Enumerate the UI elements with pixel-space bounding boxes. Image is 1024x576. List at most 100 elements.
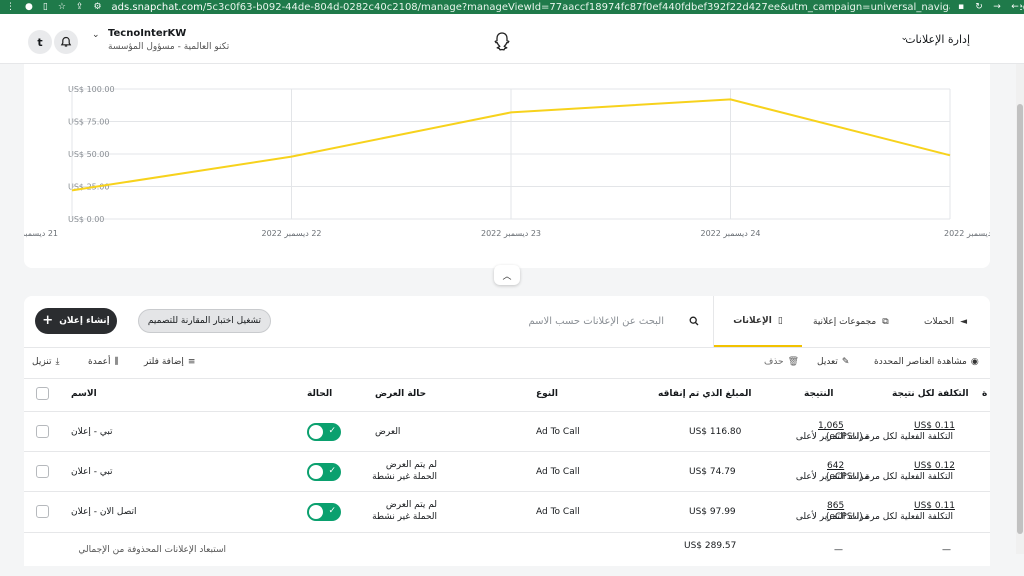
- status-toggle[interactable]: ✓: [307, 463, 341, 481]
- phone-icon: ▯: [777, 315, 783, 326]
- ads-manager-menu[interactable]: إدارة الإعلانات: [905, 33, 970, 46]
- row-checkbox[interactable]: [36, 505, 49, 518]
- x-tick-label: 22 ديسمبر 2022: [261, 229, 321, 238]
- table-row[interactable]: تبي - اعلان ✓ لم يتم العرض الحملة غير نش…: [24, 451, 990, 491]
- col-header-spend[interactable]: المبلغ الذي تم إنفاقه: [658, 389, 751, 399]
- spend-chart-card: US$ 0.00 US$ 25.00 US$ 50.00 US$ 75.00 US$ 1…: [24, 64, 990, 268]
- cpr-value[interactable]: US$ 0.11: [914, 501, 955, 511]
- org-name[interactable]: TecnoInterKW: [108, 28, 186, 39]
- url-text[interactable]: ads.snapchat.com/5c3c0f63-b092-44de-804d…: [112, 2, 1024, 13]
- col-header-name[interactable]: الاسم: [71, 389, 97, 399]
- delete-button[interactable]: حذف 🗑: [764, 357, 799, 367]
- account-avatar[interactable]: t: [28, 30, 52, 54]
- filter-icon: ≡: [187, 357, 196, 367]
- table-row[interactable]: تبي - إعلان ✓ العرض Ad To Call US$ 116.8…: [24, 411, 990, 451]
- delivery-status: لم يتم العرض: [385, 500, 437, 510]
- divider: [24, 378, 990, 379]
- check-icon: ✓: [328, 506, 336, 516]
- site-settings-icon[interactable]: ⚙: [93, 2, 101, 12]
- star-icon[interactable]: ☆: [58, 2, 66, 12]
- notification-bell-icon[interactable]: [54, 30, 78, 54]
- tab-ad-sets-label: مجموعات إعلانية: [813, 316, 877, 327]
- total-row: استبعاد الإعلانات المحذوفة من الإجمالي U…: [24, 532, 990, 566]
- x-tick-label: 23 ديسمبر 2022: [481, 229, 541, 238]
- page-scrollbar[interactable]: [1016, 64, 1024, 554]
- table-row[interactable]: اتصل الان - إعلان ✓ لم يتم العرض الحملة …: [24, 491, 990, 531]
- share-icon[interactable]: ⇪: [76, 2, 84, 12]
- download-icon: ⤓: [55, 357, 60, 367]
- spend-value: US$ 74.79: [689, 467, 736, 477]
- y-tick-label: US$ 0.00: [68, 215, 104, 224]
- reload-icon[interactable]: ↻: [974, 2, 984, 12]
- y-tick-label: US$ 100.00: [68, 85, 115, 94]
- col-header-status[interactable]: الحالة: [307, 389, 332, 399]
- search-icon[interactable]: [689, 316, 699, 329]
- tab-ads[interactable]: الإعلانات ▯: [714, 296, 802, 347]
- row-checkbox[interactable]: [36, 465, 49, 478]
- toggle-knob: [309, 465, 323, 479]
- result-value[interactable]: 642: [827, 461, 844, 471]
- col-header-result[interactable]: النتيجة: [804, 389, 833, 399]
- col-header-delivery[interactable]: حالة العرض: [375, 389, 426, 399]
- download-button[interactable]: تنزيل ⤓: [32, 357, 60, 367]
- lock-icon: ▪: [957, 2, 965, 12]
- ad-name[interactable]: اتصل الان - إعلان: [71, 507, 137, 517]
- cpr-sub: التكلفة الفعلية لكل مرة (eCPSU): [825, 432, 953, 442]
- delivery-status: العرض: [375, 427, 401, 437]
- back-icon[interactable]: ←: [1010, 2, 1020, 12]
- ad-name[interactable]: تبي - إعلان: [71, 427, 113, 437]
- tab-ad-sets[interactable]: مجموعات إعلانية ⧉: [813, 296, 889, 347]
- check-icon: ✓: [328, 426, 336, 436]
- columns-button[interactable]: أعمدة ⫼: [88, 357, 119, 367]
- collapse-chart-button[interactable]: ︿: [494, 265, 520, 285]
- row-checkbox[interactable]: [36, 425, 49, 438]
- x-tick-label: 24 ديسمبر 2022: [700, 229, 760, 238]
- result-value[interactable]: 865: [827, 501, 844, 511]
- check-icon: ✓: [328, 466, 336, 476]
- eye-icon: ◉: [970, 357, 979, 367]
- sidebar-icon[interactable]: ▯: [43, 2, 48, 12]
- status-toggle[interactable]: ✓: [307, 423, 341, 441]
- cpr-value[interactable]: US$ 0.12: [914, 461, 955, 471]
- menu-dots-icon[interactable]: ⋮: [6, 2, 15, 12]
- ab-test-button[interactable]: تشغيل اختبار المقارنة للتصميم: [138, 309, 271, 333]
- chevron-up-icon: ︿: [502, 271, 512, 282]
- ads-table-card: + إنشاء إعلان تشغيل اختبار المقارنة للتص…: [24, 296, 990, 566]
- profile-icon[interactable]: ●: [25, 2, 33, 12]
- y-tick-label: US$ 75.00: [68, 118, 109, 127]
- ad-name[interactable]: تبي - اعلان: [71, 467, 113, 477]
- view-selected-button[interactable]: مشاهدة العناصر المحددة ◉: [874, 357, 979, 367]
- snapchat-ghost-icon[interactable]: [492, 31, 512, 53]
- create-ad-button[interactable]: + إنشاء إعلان: [35, 308, 117, 334]
- col-header-cost-per-result[interactable]: التكلفة لكل نتيجة: [892, 389, 969, 399]
- forward-icon[interactable]: →: [992, 2, 1002, 12]
- tab-ads-label: الإعلانات: [733, 315, 772, 326]
- edit-label: تعديل: [817, 357, 838, 367]
- edit-button[interactable]: تعديل ✎: [817, 357, 849, 367]
- cpr-sub: التكلفة الفعلية لكل مرة (eCPSU): [825, 472, 953, 482]
- ad-type: Ad To Call: [536, 507, 580, 517]
- delivery-sub: الحملة غير نشطة: [372, 472, 437, 482]
- ab-test-label: تشغيل اختبار المقارنة للتصميم: [147, 316, 262, 326]
- scrollbar-thumb[interactable]: [1017, 104, 1023, 534]
- tab-campaigns[interactable]: الحملات ◄: [924, 296, 967, 347]
- columns-icon: ⫼: [114, 357, 119, 367]
- select-all-checkbox[interactable]: [36, 387, 49, 400]
- result-value[interactable]: 1,065: [818, 421, 844, 431]
- col-header-cut: ة: [982, 389, 988, 399]
- add-filter-button[interactable]: إضافة فلتر ≡: [144, 357, 195, 367]
- url-path: /5c3c0f63-b092-44de-804d-0282c40c2108/ma…: [202, 1, 1024, 13]
- spend-line-chart: US$ 0.00US$ 25.00US$ 50.00US$ 75.00US$ 1…: [24, 85, 990, 238]
- add-filter-label: إضافة فلتر: [144, 357, 184, 367]
- megaphone-icon: ◄: [960, 316, 968, 327]
- search-input[interactable]: البحث عن الإعلانات حسب الاسم: [524, 316, 664, 327]
- spend-value: US$ 116.80: [689, 427, 742, 437]
- org-chevron-down-icon[interactable]: ⌄: [92, 30, 100, 40]
- create-ad-label: إنشاء إعلان: [59, 316, 110, 326]
- divider: [24, 347, 990, 348]
- status-toggle[interactable]: ✓: [307, 503, 341, 521]
- cpr-value[interactable]: US$ 0.11: [914, 421, 955, 431]
- spend-value: US$ 97.99: [689, 507, 736, 517]
- columns-label: أعمدة: [88, 357, 111, 367]
- col-header-type[interactable]: النوع: [536, 389, 558, 399]
